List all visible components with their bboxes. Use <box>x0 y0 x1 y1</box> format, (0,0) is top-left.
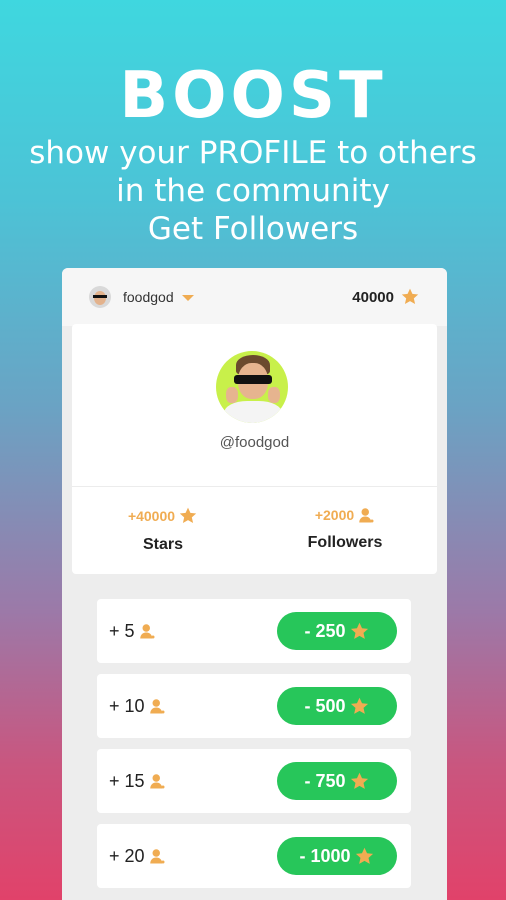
stat-stars: +40000 Stars <box>72 506 254 554</box>
star-icon <box>354 846 375 867</box>
avatar <box>89 286 111 308</box>
star-icon <box>400 287 420 307</box>
person-icon <box>148 772 166 790</box>
star-icon <box>349 621 370 642</box>
followers-label: Followers <box>307 534 383 551</box>
list-item: + 10 - 500 <box>97 674 411 738</box>
offer-list: + 5 - 250 + 10 - 500 + 15 - 750 + 20 - 1… <box>97 599 411 899</box>
top-bar: foodgod 40000 <box>62 268 447 326</box>
offer-gain: + 10 <box>109 695 145 716</box>
username-label: foodgod <box>123 289 174 305</box>
person-icon <box>148 847 166 865</box>
offer-gain: + 20 <box>109 845 145 866</box>
offer-cost: - 500 <box>304 695 346 716</box>
offer-cost: - 1000 <box>299 845 351 866</box>
star-icon <box>349 696 370 717</box>
hero-line-2: in the community <box>116 173 390 209</box>
buy-followers-button[interactable]: - 1000 <box>277 837 397 875</box>
stars-label: Stars <box>142 536 184 553</box>
offer-gain: + 15 <box>109 770 145 791</box>
hero-line-1: show your PROFILE to others <box>29 135 477 171</box>
profile-avatar[interactable] <box>216 351 288 423</box>
offer-cost: - 250 <box>304 620 346 641</box>
person-icon <box>357 506 375 524</box>
account-switcher[interactable]: foodgod <box>89 286 194 308</box>
hero-line-3: Get Followers <box>147 211 359 247</box>
star-icon <box>349 771 370 792</box>
stars-amount: +40000 <box>127 508 176 524</box>
hero-title: BOOST <box>119 59 387 133</box>
followers-amount: +2000 <box>314 507 355 523</box>
list-item: + 15 - 750 <box>97 749 411 813</box>
person-icon <box>138 622 156 640</box>
buy-followers-button[interactable]: - 500 <box>277 687 397 725</box>
balance-value: 40000 <box>352 288 394 306</box>
offer-gain: + 5 <box>109 620 135 641</box>
star-icon <box>178 506 198 526</box>
star-balance: 40000 <box>352 287 420 307</box>
buy-followers-button[interactable]: - 750 <box>277 762 397 800</box>
list-item: + 20 - 1000 <box>97 824 411 888</box>
stat-followers: +2000 Followers <box>254 506 436 552</box>
offer-cost: - 750 <box>304 770 346 791</box>
profile-handle: @foodgod <box>219 434 290 451</box>
divider <box>72 486 437 487</box>
person-icon <box>148 697 166 715</box>
chevron-down-icon <box>181 295 194 301</box>
hero-banner: BOOST show your PROFILE to others in the… <box>0 58 506 248</box>
list-item: + 5 - 250 <box>97 599 411 663</box>
profile-panel: @foodgod +40000 Stars +2000 Followers <box>72 324 437 574</box>
buy-followers-button[interactable]: - 250 <box>277 612 397 650</box>
